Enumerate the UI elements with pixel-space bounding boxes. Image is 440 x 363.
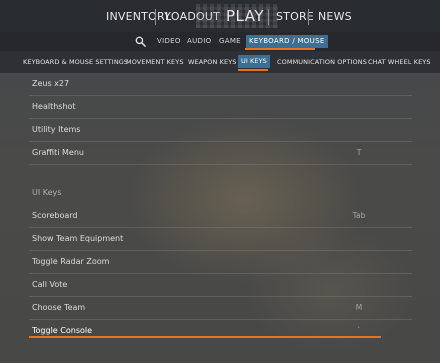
keybind-row-healthshot[interactable]: Healthshot — [29, 96, 412, 119]
category-video[interactable]: VIDEO — [157, 32, 181, 51]
keybind-row-call-vote[interactable]: Call Vote — [29, 274, 412, 297]
keybind-row-utility-items[interactable]: Utility Items — [29, 119, 412, 142]
keybind-label: Utility Items — [32, 125, 81, 134]
keybind-value[interactable]: T — [334, 142, 384, 164]
settings-category-nav: VIDEO AUDIO GAME KEYBOARD / MOUSE — [0, 32, 440, 51]
keybind-row-zeus[interactable]: Zeus x27 — [29, 73, 412, 96]
category-audio[interactable]: AUDIO — [187, 32, 211, 51]
search-icon[interactable] — [135, 36, 146, 47]
nav-inventory[interactable]: INVENTORY — [106, 0, 171, 32]
keybind-label: Scoreboard — [32, 211, 78, 220]
keybind-row-toggle-console[interactable]: Toggle Console ` — [29, 320, 412, 342]
keybind-row-toggle-radar-zoom[interactable]: Toggle Radar Zoom — [29, 251, 412, 274]
highlight-underline — [29, 336, 381, 338]
keybind-value[interactable]: Tab — [334, 205, 384, 227]
settings-screen: INVENTORY LOADOUT PLAY STORE NEWS VIDEO … — [0, 0, 440, 363]
section-title-ui-keys: UI Keys — [32, 188, 62, 197]
tab-ui-keys[interactable]: UI KEYS — [238, 55, 270, 68]
tab-weapon-keys[interactable]: WEAPON KEYS — [188, 51, 237, 73]
keybind-label: Toggle Radar Zoom — [32, 257, 110, 266]
keybind-value[interactable]: ` — [334, 320, 384, 342]
nav-separator — [155, 9, 156, 25]
keybind-label: Toggle Console — [32, 326, 93, 335]
active-tab-indicator — [238, 69, 268, 71]
keybind-label: Choose Team — [32, 303, 86, 312]
tab-movement-keys[interactable]: MOVEMENT KEYS — [126, 51, 184, 73]
nav-play[interactable]: PLAY — [226, 0, 264, 32]
tab-keyboard-mouse-settings[interactable]: KEYBOARD & MOUSE SETTINGS — [23, 51, 128, 73]
keybind-value[interactable]: M — [334, 297, 384, 319]
nav-separator — [308, 9, 309, 25]
tab-communication-options[interactable]: COMMUNICATION OPTIONS — [277, 51, 367, 73]
nav-separator — [268, 9, 269, 25]
keybind-label: Graffiti Menu — [32, 148, 84, 157]
keybind-label: Show Team Equipment — [32, 234, 124, 243]
category-keyboard-mouse[interactable]: KEYBOARD / MOUSE — [246, 35, 328, 48]
category-game[interactable]: GAME — [219, 32, 241, 51]
keybind-label: Call Vote — [32, 280, 68, 289]
tab-chat-wheel-keys[interactable]: CHAT WHEEL KEYS — [368, 51, 431, 73]
top-nav: INVENTORY LOADOUT PLAY STORE NEWS — [0, 0, 440, 32]
keybind-row-choose-team[interactable]: Choose Team M — [29, 297, 412, 320]
nav-news[interactable]: NEWS — [318, 0, 352, 32]
keybind-row-scoreboard[interactable]: Scoreboard Tab — [29, 205, 412, 228]
keybind-tabs: KEYBOARD & MOUSE SETTINGS MOVEMENT KEYS … — [0, 51, 440, 73]
keybind-label: Healthshot — [32, 102, 76, 111]
active-category-indicator — [245, 48, 315, 50]
keybind-label: Zeus x27 — [32, 79, 70, 88]
keybind-row-show-team-equipment[interactable]: Show Team Equipment — [29, 228, 412, 251]
keybind-row-graffiti-menu[interactable]: Graffiti Menu T — [29, 142, 412, 165]
